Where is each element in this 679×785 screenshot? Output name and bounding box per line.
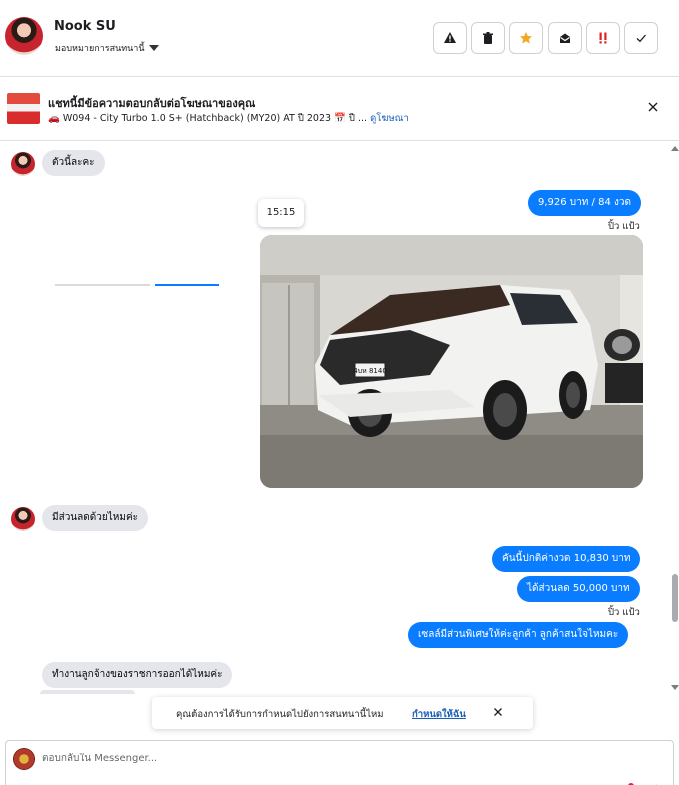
reply-input[interactable] [42, 753, 442, 764]
star-icon [520, 32, 532, 44]
mark-done-button[interactable] [624, 22, 658, 54]
toast-message: คุณต้องการได้รับการกำหนดไปยังการสนทนานี้… [176, 709, 384, 720]
car-photo-image: 4บห 8140 [260, 235, 643, 488]
banner-close-button[interactable] [646, 99, 660, 118]
image-icon[interactable] [592, 777, 606, 785]
chevron-down-icon [148, 45, 159, 51]
assign-prompt-toast: คุณต้องการได้รับการกำหนดไปยังการสนทนานี้… [152, 697, 533, 729]
notification-icon[interactable] [620, 777, 634, 785]
previous-message-edge [55, 284, 225, 287]
saved-reply-icon[interactable] [536, 777, 550, 785]
ad-description: 🚗 W094 - City Turbo 1.0 S+ (Hatchback) (… [48, 113, 368, 124]
report-spam-button[interactable] [433, 22, 467, 54]
assign-dropdown[interactable]: มอบหมายการสนทนานี้ [55, 41, 159, 55]
assign-label: มอบหมายการสนทนานี้ [55, 44, 145, 54]
car-photo-attachment[interactable]: 4บห 8140 [260, 235, 643, 488]
more-icon[interactable] [648, 777, 662, 785]
ad-thumbnail[interactable] [7, 93, 40, 124]
delete-button[interactable] [471, 22, 505, 54]
message-composer [5, 740, 674, 785]
scroll-down-arrow[interactable] [671, 685, 679, 690]
check-icon [636, 34, 646, 43]
conversation-header: Nook SU มอบหมายการสนทนานี้ [0, 0, 679, 77]
close-icon [494, 708, 502, 716]
ad-reply-banner: แชทนี้มีข้อความตอบกลับต่อโฆษณาของคุณ 🚗 W… [0, 77, 679, 141]
contact-name[interactable]: Nook SU [54, 19, 116, 34]
view-ad-link[interactable]: ดูโฆษณา [370, 113, 409, 124]
seen-by-label: ปิ้ว แป้ว [608, 221, 640, 232]
exclamation-icon [599, 32, 607, 44]
scroll-up-arrow[interactable] [671, 146, 679, 151]
page-avatar [13, 748, 35, 770]
envelope-open-icon [560, 33, 570, 43]
license-plate: 4บห 8140 [353, 367, 387, 375]
banner-title: แชทนี้มีข้อความตอบกลับต่อโฆษณาของคุณ [48, 97, 256, 110]
incoming-message[interactable]: มีส่วนลดด้วยไหมค่ะ [42, 505, 149, 531]
outgoing-message[interactable]: 9,926 บาท / 84 งวด [528, 190, 641, 216]
attach-icon[interactable] [505, 777, 519, 785]
assign-to-me-link[interactable]: กำหนดให้ฉัน [412, 707, 466, 722]
incoming-message[interactable]: ตัวนี้ละคะ [42, 150, 105, 176]
star-button[interactable] [509, 22, 543, 54]
contact-avatar-small [11, 507, 35, 531]
incoming-message[interactable]: ทำงานลูกจ้างของราชการออกได้ไหมค่ะ [42, 662, 233, 688]
toast-close-button[interactable] [492, 706, 504, 721]
mark-unread-button[interactable] [548, 22, 582, 54]
outgoing-message[interactable]: คันนี้ปกติค่างวด 10,830 บาท [492, 546, 641, 572]
contact-avatar-small [11, 152, 35, 176]
seen-by-label: ปิ้ว แป้ว [608, 607, 640, 618]
mark-urgent-button[interactable] [586, 22, 620, 54]
emoji-icon[interactable] [563, 777, 577, 785]
next-message-edge [40, 690, 135, 694]
banner-subtitle: 🚗 W094 - City Turbo 1.0 S+ (Hatchback) (… [48, 111, 409, 126]
warning-icon [444, 32, 456, 43]
outgoing-message[interactable]: เซลล์มีส่วนพิเศษให้ค่ะลูกค้า ลูกค้าสนใจไ… [408, 622, 629, 648]
contact-avatar[interactable] [5, 17, 43, 55]
trash-icon [483, 32, 493, 44]
close-icon [648, 102, 658, 112]
outgoing-message[interactable]: ได้ส่วนลด 50,000 บาท [517, 576, 640, 602]
scrollbar-thumb[interactable] [672, 574, 678, 622]
timestamp-tooltip: 15:15 [258, 199, 304, 227]
